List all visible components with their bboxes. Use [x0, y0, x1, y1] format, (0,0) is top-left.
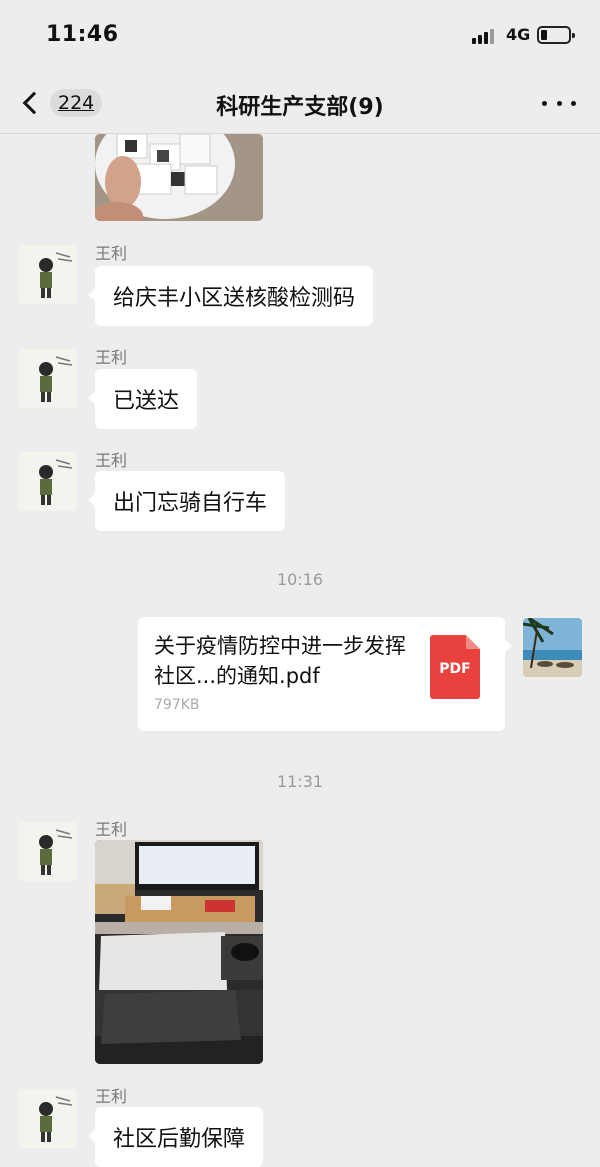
dot-icon [542, 100, 547, 106]
pdf-file-icon: PDF [430, 635, 480, 699]
avatar-beach-palm [523, 618, 582, 677]
self-avatar[interactable] [523, 618, 582, 677]
avatar[interactable] [18, 822, 77, 881]
message-bubble[interactable]: 给庆丰小区送核酸检测码 [87, 266, 374, 326]
message-text: 社区后勤保障 [113, 1127, 246, 1152]
avatar[interactable] [18, 245, 77, 304]
timestamp: 10:16 [276, 570, 324, 589]
chat-title: 科研生产支部(9) [216, 95, 384, 120]
battery-icon [537, 26, 575, 44]
more-options-button[interactable] [542, 93, 576, 113]
status-bar: 11:46 4G [0, 0, 600, 72]
image-message[interactable] [95, 134, 263, 221]
image-message[interactable] [95, 840, 263, 1064]
sender-name: 王利 [95, 820, 128, 839]
dot-icon [556, 100, 562, 106]
timestamp: 11:31 [276, 772, 324, 791]
avatar[interactable] [18, 349, 77, 408]
chat-header: 224 科研生产支部(9) [0, 72, 600, 134]
message-bubble[interactable]: 社区后勤保障 [87, 1107, 264, 1167]
status-time: 11:46 [46, 22, 119, 47]
sender-name: 王利 [95, 348, 128, 367]
avatar-sketch-figure [18, 452, 77, 511]
avatar[interactable] [18, 1089, 77, 1148]
file-size: 797KB [154, 697, 200, 713]
message-text: 给庆丰小区送核酸检测码 [113, 286, 356, 311]
dot-icon [571, 100, 576, 106]
avatar-sketch-figure [18, 1089, 77, 1148]
avatar-sketch-figure [18, 245, 77, 304]
sender-name: 王利 [95, 244, 128, 263]
avatar[interactable] [18, 452, 77, 511]
signal-icon [472, 28, 496, 44]
file-message[interactable]: 关于疫情防控中进一步发挥社区...的通知.pdf 797KB PDF [138, 617, 512, 731]
message-text: 出门忘骑自行车 [113, 491, 268, 516]
network-type: 4G [506, 25, 531, 44]
message-text: 已送达 [113, 389, 180, 414]
pdf-icon-label: PDF [439, 661, 471, 677]
sender-name: 王利 [95, 1087, 128, 1106]
file-name: 关于疫情防控中进一步发挥社区...的通知.pdf [154, 634, 406, 688]
photo-qr-codes-in-cup [95, 134, 263, 221]
message-bubble[interactable]: 出门忘骑自行车 [87, 471, 286, 531]
avatar-sketch-figure [18, 349, 77, 408]
avatar-sketch-figure [18, 822, 77, 881]
photo-office-desk [95, 840, 263, 1064]
sender-name: 王利 [95, 451, 128, 470]
message-bubble[interactable]: 已送达 [87, 369, 198, 429]
